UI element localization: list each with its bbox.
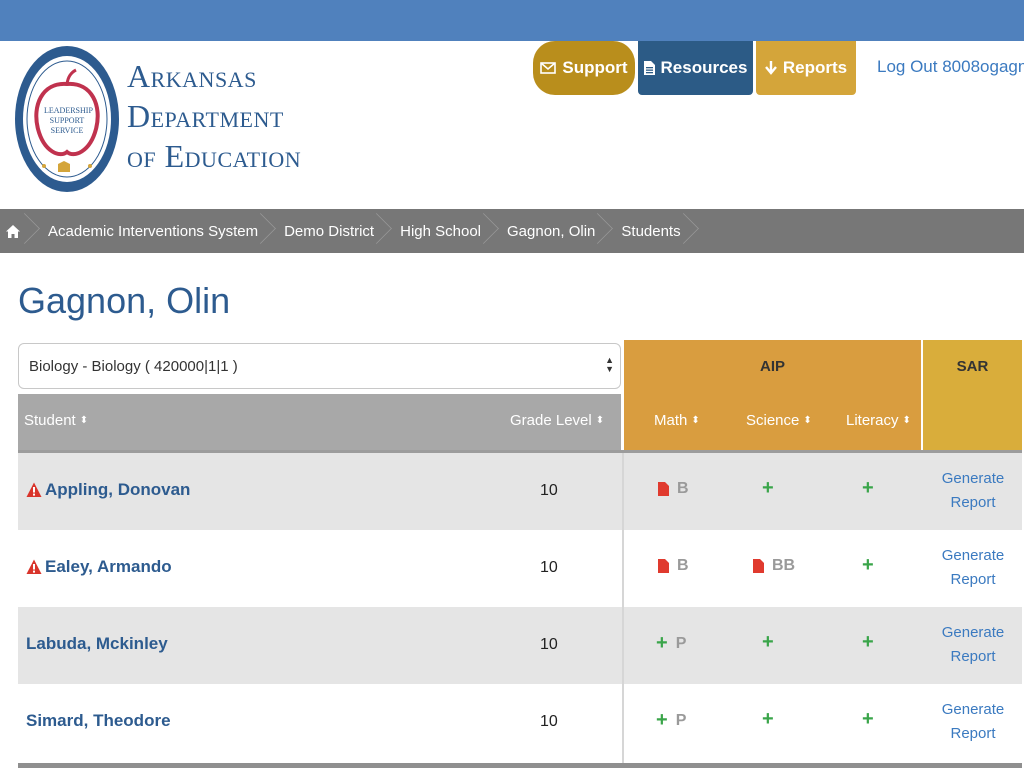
grade-level: 10 <box>540 636 558 653</box>
document-icon <box>643 61 655 75</box>
breadcrumb-item-students[interactable]: Students <box>609 209 694 253</box>
pdf-document-icon <box>753 559 764 573</box>
breadcrumb-item-district[interactable]: Demo District <box>272 209 388 253</box>
sort-icon: ⬍ <box>902 415 911 426</box>
literacy-add-icon[interactable]: + <box>862 631 874 654</box>
math-cell[interactable]: B <box>658 480 689 498</box>
reports-label: Reports <box>782 58 848 77</box>
science-add-icon[interactable]: + <box>762 477 774 500</box>
math-cell[interactable]: + P <box>656 632 686 655</box>
sort-icon: ⬍ <box>595 415 605 426</box>
science-cell[interactable]: BB <box>753 557 795 575</box>
student-link[interactable]: Ealey, Armando <box>26 557 172 577</box>
generate-report-link[interactable]: Generate Report <box>923 621 1023 669</box>
math-cell[interactable]: B <box>658 557 689 575</box>
aip-column-group: AIP Math ⬍ Science ⬍ Literacy ⬍ <box>624 340 921 450</box>
reports-button[interactable]: Reports <box>756 41 856 95</box>
logout-label: Log Out 8008ogagnon <box>877 57 1024 76</box>
student-link[interactable]: Simard, Theodore <box>26 711 171 731</box>
column-header-student[interactable]: Student ⬍ <box>24 412 88 429</box>
course-select[interactable]: Biology - Biology ( 420000|1|1 ) ▲ ▼ <box>18 343 621 389</box>
org-wordmark[interactable]: Arkansas Department of Education <box>127 60 301 180</box>
table-bottom-border <box>18 763 1022 768</box>
page-title: Gagnon, Olin <box>18 280 231 321</box>
science-add-icon[interactable]: + <box>762 708 774 731</box>
table-row: Labuda, Mckinley 10 + P + + Generate Repo… <box>18 607 1022 684</box>
breadcrumb-home[interactable] <box>0 209 36 253</box>
envelope-icon <box>540 62 557 74</box>
top-banner-strip <box>0 0 1024 41</box>
table-header-left: Student ⬍ Grade Level ⬍ <box>18 394 621 450</box>
generate-report-link[interactable]: Generate Report <box>923 544 1023 592</box>
student-link[interactable]: Appling, Donovan <box>26 480 190 500</box>
resources-label: Resources <box>660 58 748 77</box>
literacy-add-icon[interactable]: + <box>862 708 874 731</box>
science-add-icon[interactable]: + <box>762 631 774 654</box>
sort-icon: ⬍ <box>803 415 812 426</box>
org-line-1: Arkansas <box>127 58 257 94</box>
column-divider <box>622 453 624 768</box>
breadcrumb: Academic Interventions System Demo Distr… <box>0 209 1024 253</box>
seal-center-text: LEADERSHIP SUPPORT SERVICE <box>44 106 93 135</box>
grade-level: 10 <box>540 482 558 499</box>
warning-icon <box>26 482 42 497</box>
grade-level: 10 <box>540 559 558 576</box>
breadcrumb-item-school[interactable]: High School <box>388 209 495 253</box>
arrow-down-icon <box>764 61 777 75</box>
column-header-grade[interactable]: Grade Level ⬍ <box>510 412 604 429</box>
aip-group-label: AIP <box>759 358 785 375</box>
table-row: Appling, Donovan 10 B + + Generate Report <box>18 453 1022 530</box>
breadcrumb-item-teacher[interactable]: Gagnon, Olin <box>495 209 609 253</box>
math-cell[interactable]: + P <box>656 709 686 732</box>
org-line-2: Department <box>127 98 284 134</box>
ade-logo-seal[interactable]: LEADERSHIP SUPPORT SERVICE <box>14 44 120 194</box>
generate-report-link[interactable]: Generate Report <box>923 467 1023 515</box>
support-label: Support <box>562 58 628 77</box>
table-row: Ealey, Armando 10 B BB + Generate Report <box>18 530 1022 607</box>
generate-report-link[interactable]: Generate Report <box>923 698 1023 746</box>
warning-icon <box>26 559 42 574</box>
sort-icon: ⬍ <box>79 415 89 426</box>
table-row: Simard, Theodore 10 + P + + Generate Repo… <box>18 684 1022 761</box>
select-arrows-icon: ▲ ▼ <box>605 355 614 374</box>
breadcrumb-item-system[interactable]: Academic Interventions System <box>36 209 272 253</box>
course-select-value: Biology - Biology ( 420000|1|1 ) <box>29 357 238 375</box>
resources-button[interactable]: Resources <box>638 41 753 95</box>
sar-group-label: SAR <box>956 358 989 375</box>
logout-link[interactable]: Log Out 8008ogagnon <box>872 57 1024 77</box>
student-link[interactable]: Labuda, Mckinley <box>26 634 168 654</box>
sar-column-group: SAR <box>923 340 1022 450</box>
add-icon: + <box>656 709 668 731</box>
pdf-document-icon <box>658 559 669 573</box>
org-line-3: of Education <box>127 138 302 174</box>
home-icon <box>6 224 20 238</box>
literacy-add-icon[interactable]: + <box>862 554 874 577</box>
grade-level: 10 <box>540 713 558 730</box>
add-icon: + <box>656 632 668 654</box>
column-header-science[interactable]: Science ⬍ <box>746 412 812 429</box>
support-button[interactable]: Support <box>533 41 635 95</box>
sort-icon: ⬍ <box>691 415 700 426</box>
literacy-add-icon[interactable]: + <box>862 477 874 500</box>
column-header-math[interactable]: Math ⬍ <box>654 412 700 429</box>
column-header-literacy[interactable]: Literacy ⬍ <box>846 412 911 429</box>
pdf-document-icon <box>658 482 669 496</box>
